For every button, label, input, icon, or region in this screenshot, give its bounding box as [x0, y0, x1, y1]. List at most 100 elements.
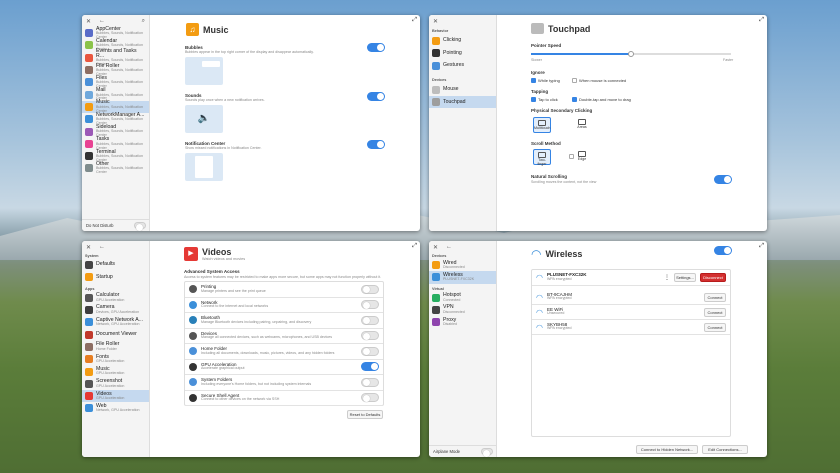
disconnect-button[interactable]: Disconnect — [700, 273, 726, 282]
device-item[interactable]: Touchpad — [429, 96, 496, 109]
network-device-item[interactable]: Wired Disconnected — [429, 259, 496, 271]
while-typing-checkbox[interactable]: While typing — [531, 78, 560, 84]
wifi-signal-icon: ◠ — [536, 273, 543, 282]
permission-toggle[interactable] — [361, 331, 379, 341]
tap-to-click-checkbox[interactable]: Tap to click — [531, 97, 558, 103]
two-finger-option[interactable]: Two-finger — [533, 149, 551, 166]
system-setting-item[interactable]: Defaults — [82, 259, 149, 271]
close-icon[interactable]: ✕ — [433, 18, 438, 25]
airplane-mode-toggle[interactable] — [481, 448, 493, 457]
back-icon[interactable]: ← — [446, 244, 452, 250]
permission-toggle[interactable] — [361, 315, 379, 325]
networks-list: ◠ PLUSNET-FXC32K WPA encrypted ⋮ Setting… — [531, 269, 731, 437]
application-item[interactable]: Fonts GPU Acceleration — [82, 353, 149, 365]
reset-to-defaults-button[interactable]: Reset to Defaults — [347, 410, 383, 419]
application-item[interactable]: Captive Network A... Network, GPU Acceler… — [82, 316, 149, 328]
wifi-signal-icon: ◠ — [536, 307, 543, 317]
network-sidebar: ✕ ← Devices Wired Disconnected Wireless PLUS… — [429, 241, 497, 457]
device-item[interactable]: Mouse — [429, 84, 496, 96]
application-item[interactable]: File Roller Home Folder — [82, 341, 149, 353]
connect-button[interactable]: Connect — [704, 322, 726, 332]
virtual-network-item[interactable]: Proxy Disabled — [429, 316, 496, 328]
edit-connections-button[interactable]: Edit Connections... — [702, 445, 748, 454]
permission-toggle[interactable] — [361, 284, 379, 294]
application-item[interactable]: Camera Devices, GPU Acceleration — [82, 304, 149, 316]
maximize-icon[interactable]: ⤢ — [759, 17, 764, 24]
wifi-network-row[interactable]: ◠ EE WiFi Unsecured Connect — [532, 305, 730, 320]
permission-toggle[interactable] — [361, 346, 379, 356]
sounds-desc: Sounds play once when a new notification… — [185, 98, 265, 102]
close-icon[interactable]: ✕ — [86, 244, 91, 251]
faster-label: Faster — [723, 58, 734, 62]
multitouch-option[interactable]: Multitouch — [533, 117, 551, 133]
app-icon — [85, 261, 93, 270]
search-icon[interactable]: ⌕ — [142, 18, 145, 25]
close-icon[interactable]: ✕ — [86, 18, 91, 25]
back-icon[interactable]: ← — [99, 244, 105, 250]
back-icon[interactable]: ← — [99, 18, 105, 24]
permission-toggle[interactable] — [361, 300, 379, 310]
notification-app-item[interactable]: Files Bubbles, Sounds, Notification Cente… — [82, 75, 149, 88]
permission-toggle[interactable] — [361, 393, 379, 403]
app-icon — [432, 61, 440, 70]
behavior-item[interactable]: Pointing — [429, 47, 496, 59]
slider-handle[interactable] — [628, 51, 634, 57]
connect-hidden-network-button[interactable]: Connect to Hidden Network... — [636, 445, 698, 454]
application-item[interactable]: Document Viewer — [82, 328, 149, 340]
notification-app-item[interactable]: Other Bubbles, Sounds, Notification Cente… — [82, 161, 149, 174]
airplane-mode-label: Airplane Mode — [433, 449, 461, 454]
system-setting-item[interactable]: Startup — [82, 271, 149, 283]
apps-header: Apps — [85, 286, 95, 291]
wireless-toggle[interactable] — [714, 246, 732, 255]
app-icon — [85, 379, 93, 388]
settings-button[interactable]: Settings... — [674, 273, 696, 282]
permission-toggle[interactable] — [361, 362, 379, 372]
application-item[interactable]: Music GPU Acceleration — [82, 365, 149, 377]
maximize-icon[interactable]: ⤢ — [412, 17, 417, 24]
when-mouse-checkbox[interactable]: When mouse is connected — [572, 78, 626, 84]
behavior-item[interactable]: Clicking — [429, 35, 496, 47]
notification-app-item[interactable]: File Roller Bubbles, Sounds, Notification… — [82, 63, 149, 76]
permission-row: System Folders Including everyone's Home … — [185, 375, 383, 391]
virtual-network-item[interactable]: VPN Disconnected — [429, 304, 496, 316]
natural-scrolling-toggle[interactable] — [714, 175, 732, 184]
application-item[interactable]: Calculator GPU Acceleration — [82, 292, 149, 304]
areas-option[interactable]: Areas — [575, 117, 589, 133]
sounds-toggle[interactable] — [367, 92, 385, 101]
item-subtitle: GPU Acceleration — [96, 359, 125, 364]
connect-button[interactable]: Connect — [704, 292, 726, 302]
maximize-icon[interactable]: ⤢ — [759, 243, 764, 250]
permission-desc: Including all documents, downloads, musi… — [201, 350, 335, 355]
permission-icon — [189, 331, 197, 340]
permission-desc: Manage all connected devices, such as we… — [201, 335, 333, 340]
permission-desc: Including everyone's Home folders, but n… — [201, 381, 312, 386]
application-item[interactable]: Screenshot GPU Acceleration — [82, 378, 149, 390]
wifi-signal-icon: ◠ — [536, 292, 543, 302]
pointer-speed-slider[interactable] — [531, 51, 731, 57]
close-icon[interactable]: ✕ — [433, 244, 438, 251]
more-options-icon[interactable]: ⋮ — [664, 274, 670, 281]
active-network-row[interactable]: ◠ PLUSNET-FXC32K WPA encrypted ⋮ Setting… — [532, 270, 730, 286]
page-title: Videos — [202, 247, 232, 257]
permission-toggle[interactable] — [361, 377, 379, 387]
do-not-disturb-toggle[interactable] — [134, 222, 146, 231]
notification-app-item[interactable]: Mail Bubbles, Sounds, Notification Center — [82, 87, 149, 100]
permission-icon — [189, 362, 197, 371]
notification-center-toggle[interactable] — [367, 140, 385, 149]
network-device-item[interactable]: Wireless PLUSNET-FXC32K — [429, 271, 496, 284]
page-title: Wireless — [545, 249, 583, 259]
notification-app-item[interactable]: Sideload Bubbles, Sounds, Notification Ce… — [82, 124, 149, 137]
notification-app-item[interactable]: Terminal Bubbles, Sounds, Notification Ce… — [82, 149, 149, 162]
app-icon — [85, 367, 93, 376]
wifi-network-row[interactable]: ◠ BT-9CAJHM WPA encrypted Connect — [532, 290, 730, 305]
application-item[interactable]: Videos GPU Acceleration — [82, 389, 149, 403]
application-item[interactable]: Web Network, GPU Acceleration — [82, 402, 149, 414]
connect-button[interactable]: Connect — [704, 307, 726, 317]
edge-option[interactable]: Edge — [569, 151, 589, 167]
double-tap-checkbox[interactable]: Double-tap and move to drag — [572, 97, 631, 103]
bubbles-toggle[interactable] — [367, 43, 385, 52]
maximize-icon[interactable]: ⤢ — [412, 243, 417, 250]
virtual-network-item[interactable]: Hotspot Connected — [429, 292, 496, 304]
behavior-item[interactable]: Gestures — [429, 60, 496, 72]
wifi-network-row[interactable]: ◠ SKYBH58 WPA encrypted Connect — [532, 320, 730, 335]
